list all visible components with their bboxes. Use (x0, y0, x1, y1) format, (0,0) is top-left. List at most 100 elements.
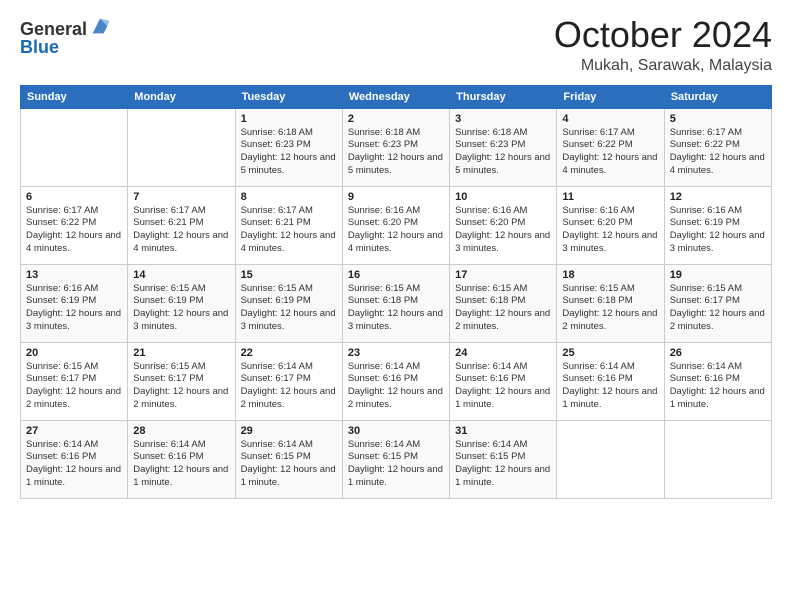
day-info: Sunrise: 6:18 AM Sunset: 6:23 PM Dayligh… (455, 127, 551, 178)
day-info: Sunrise: 6:15 AM Sunset: 6:19 PM Dayligh… (241, 283, 337, 334)
calendar-cell: 24Sunrise: 6:14 AM Sunset: 6:16 PM Dayli… (450, 342, 557, 420)
header: General Blue October 2024 Mukah, Sarawak… (20, 15, 772, 75)
day-info: Sunrise: 6:17 AM Sunset: 6:22 PM Dayligh… (26, 205, 122, 256)
day-info: Sunrise: 6:16 AM Sunset: 6:20 PM Dayligh… (348, 205, 444, 256)
week-row-2: 6 Sunrise: 6:17 AM Sunset: 6:22 PM Daylig… (21, 186, 772, 264)
calendar-cell (128, 108, 235, 186)
weekday-header-friday: Friday (557, 85, 664, 108)
logo-icon (89, 15, 111, 37)
calendar-cell: 5Sunrise: 6:17 AM Sunset: 6:22 PM Daylig… (664, 108, 771, 186)
day-number: 9 (348, 191, 444, 203)
calendar-cell: 12Sunrise: 6:16 AM Sunset: 6:19 PM Dayli… (664, 186, 771, 264)
weekday-header-sunday: Sunday (21, 85, 128, 108)
weekday-header-tuesday: Tuesday (235, 85, 342, 108)
calendar-cell: 14 Sunrise: 6:15 AM Sunset: 6:19 PM Dayli… (128, 264, 235, 342)
day-number: 27 (26, 425, 122, 437)
calendar-cell: 15 Sunrise: 6:15 AM Sunset: 6:19 PM Dayli… (235, 264, 342, 342)
calendar-cell: 18Sunrise: 6:15 AM Sunset: 6:18 PM Dayli… (557, 264, 664, 342)
day-info: Sunrise: 6:17 AM Sunset: 6:21 PM Dayligh… (133, 205, 229, 256)
day-number: 7 (133, 191, 229, 203)
weekday-header-thursday: Thursday (450, 85, 557, 108)
weekday-header-saturday: Saturday (664, 85, 771, 108)
calendar-cell (21, 108, 128, 186)
day-number: 6 (26, 191, 122, 203)
weekday-row: SundayMondayTuesdayWednesdayThursdayFrid… (21, 85, 772, 108)
day-info: Sunrise: 6:16 AM Sunset: 6:20 PM Dayligh… (562, 205, 658, 256)
day-number: 22 (241, 347, 337, 359)
logo-text: General Blue (20, 20, 87, 56)
calendar-body: 1Sunrise: 6:18 AM Sunset: 6:23 PM Daylig… (21, 108, 772, 498)
day-number: 30 (348, 425, 444, 437)
calendar-header: SundayMondayTuesdayWednesdayThursdayFrid… (21, 85, 772, 108)
day-number: 18 (562, 269, 658, 281)
day-info: Sunrise: 6:18 AM Sunset: 6:23 PM Dayligh… (348, 127, 444, 178)
calendar-cell: 21 Sunrise: 6:15 AM Sunset: 6:17 PM Dayli… (128, 342, 235, 420)
day-number: 10 (455, 191, 551, 203)
day-number: 23 (348, 347, 444, 359)
calendar-cell: 30 Sunrise: 6:14 AM Sunset: 6:15 PM Dayli… (342, 420, 449, 498)
calendar-cell: 28Sunrise: 6:14 AM Sunset: 6:16 PM Dayli… (128, 420, 235, 498)
page: General Blue October 2024 Mukah, Sarawak… (0, 0, 792, 612)
calendar-cell: 31 Sunrise: 6:14 AM Sunset: 6:15 PM Dayli… (450, 420, 557, 498)
day-number: 25 (562, 347, 658, 359)
week-row-1: 1Sunrise: 6:18 AM Sunset: 6:23 PM Daylig… (21, 108, 772, 186)
day-info: Sunrise: 6:15 AM Sunset: 6:19 PM Dayligh… (133, 283, 229, 334)
day-info: Sunrise: 6:14 AM Sunset: 6:15 PM Dayligh… (241, 439, 337, 490)
day-info: Sunrise: 6:14 AM Sunset: 6:16 PM Dayligh… (562, 361, 658, 412)
day-info: Sunrise: 6:15 AM Sunset: 6:18 PM Dayligh… (348, 283, 444, 334)
month-title: October 2024 (554, 15, 772, 55)
day-number: 13 (26, 269, 122, 281)
day-number: 26 (670, 347, 766, 359)
day-info: Sunrise: 6:15 AM Sunset: 6:17 PM Dayligh… (133, 361, 229, 412)
day-number: 4 (562, 113, 658, 125)
day-info: Sunrise: 6:14 AM Sunset: 6:17 PM Dayligh… (241, 361, 337, 412)
day-info: Sunrise: 6:15 AM Sunset: 6:17 PM Dayligh… (26, 361, 122, 412)
calendar-cell: 22 Sunrise: 6:14 AM Sunset: 6:17 PM Dayli… (235, 342, 342, 420)
calendar-cell: 20Sunrise: 6:15 AM Sunset: 6:17 PM Dayli… (21, 342, 128, 420)
day-number: 15 (241, 269, 337, 281)
week-row-5: 27 Sunrise: 6:14 AM Sunset: 6:16 PM Dayli… (21, 420, 772, 498)
day-number: 24 (455, 347, 551, 359)
day-info: Sunrise: 6:16 AM Sunset: 6:19 PM Dayligh… (670, 205, 766, 256)
calendar-cell: 3 Sunrise: 6:18 AM Sunset: 6:23 PM Daylig… (450, 108, 557, 186)
calendar-cell: 9 Sunrise: 6:16 AM Sunset: 6:20 PM Daylig… (342, 186, 449, 264)
day-info: Sunrise: 6:14 AM Sunset: 6:15 PM Dayligh… (455, 439, 551, 490)
day-number: 21 (133, 347, 229, 359)
calendar-cell: 16 Sunrise: 6:15 AM Sunset: 6:18 PM Dayli… (342, 264, 449, 342)
calendar-cell: 8 Sunrise: 6:17 AM Sunset: 6:21 PM Daylig… (235, 186, 342, 264)
logo: General Blue (20, 20, 111, 56)
title-block: October 2024 Mukah, Sarawak, Malaysia (554, 15, 772, 75)
day-info: Sunrise: 6:17 AM Sunset: 6:21 PM Dayligh… (241, 205, 337, 256)
day-info: Sunrise: 6:14 AM Sunset: 6:15 PM Dayligh… (348, 439, 444, 490)
calendar-cell: 13Sunrise: 6:16 AM Sunset: 6:19 PM Dayli… (21, 264, 128, 342)
day-number: 14 (133, 269, 229, 281)
week-row-3: 13Sunrise: 6:16 AM Sunset: 6:19 PM Dayli… (21, 264, 772, 342)
week-row-4: 20Sunrise: 6:15 AM Sunset: 6:17 PM Dayli… (21, 342, 772, 420)
day-number: 28 (133, 425, 229, 437)
day-number: 29 (241, 425, 337, 437)
calendar-cell: 10 Sunrise: 6:16 AM Sunset: 6:20 PM Dayli… (450, 186, 557, 264)
calendar-cell: 6 Sunrise: 6:17 AM Sunset: 6:22 PM Daylig… (21, 186, 128, 264)
day-number: 2 (348, 113, 444, 125)
calendar-cell: 29 Sunrise: 6:14 AM Sunset: 6:15 PM Dayli… (235, 420, 342, 498)
day-info: Sunrise: 6:16 AM Sunset: 6:20 PM Dayligh… (455, 205, 551, 256)
calendar-cell: 26Sunrise: 6:14 AM Sunset: 6:16 PM Dayli… (664, 342, 771, 420)
calendar-cell: 27 Sunrise: 6:14 AM Sunset: 6:16 PM Dayli… (21, 420, 128, 498)
day-number: 3 (455, 113, 551, 125)
calendar-table: SundayMondayTuesdayWednesdayThursdayFrid… (20, 85, 772, 499)
calendar-cell: 19 Sunrise: 6:15 AM Sunset: 6:17 PM Dayli… (664, 264, 771, 342)
logo-blue: Blue (20, 38, 87, 56)
day-number: 31 (455, 425, 551, 437)
day-number: 16 (348, 269, 444, 281)
calendar-cell: 11Sunrise: 6:16 AM Sunset: 6:20 PM Dayli… (557, 186, 664, 264)
logo-general: General (20, 20, 87, 38)
day-info: Sunrise: 6:14 AM Sunset: 6:16 PM Dayligh… (26, 439, 122, 490)
day-number: 5 (670, 113, 766, 125)
day-number: 8 (241, 191, 337, 203)
day-number: 19 (670, 269, 766, 281)
day-info: Sunrise: 6:18 AM Sunset: 6:23 PM Dayligh… (241, 127, 337, 178)
calendar-cell (664, 420, 771, 498)
day-number: 17 (455, 269, 551, 281)
calendar-cell: 23Sunrise: 6:14 AM Sunset: 6:16 PM Dayli… (342, 342, 449, 420)
day-info: Sunrise: 6:15 AM Sunset: 6:17 PM Dayligh… (670, 283, 766, 334)
